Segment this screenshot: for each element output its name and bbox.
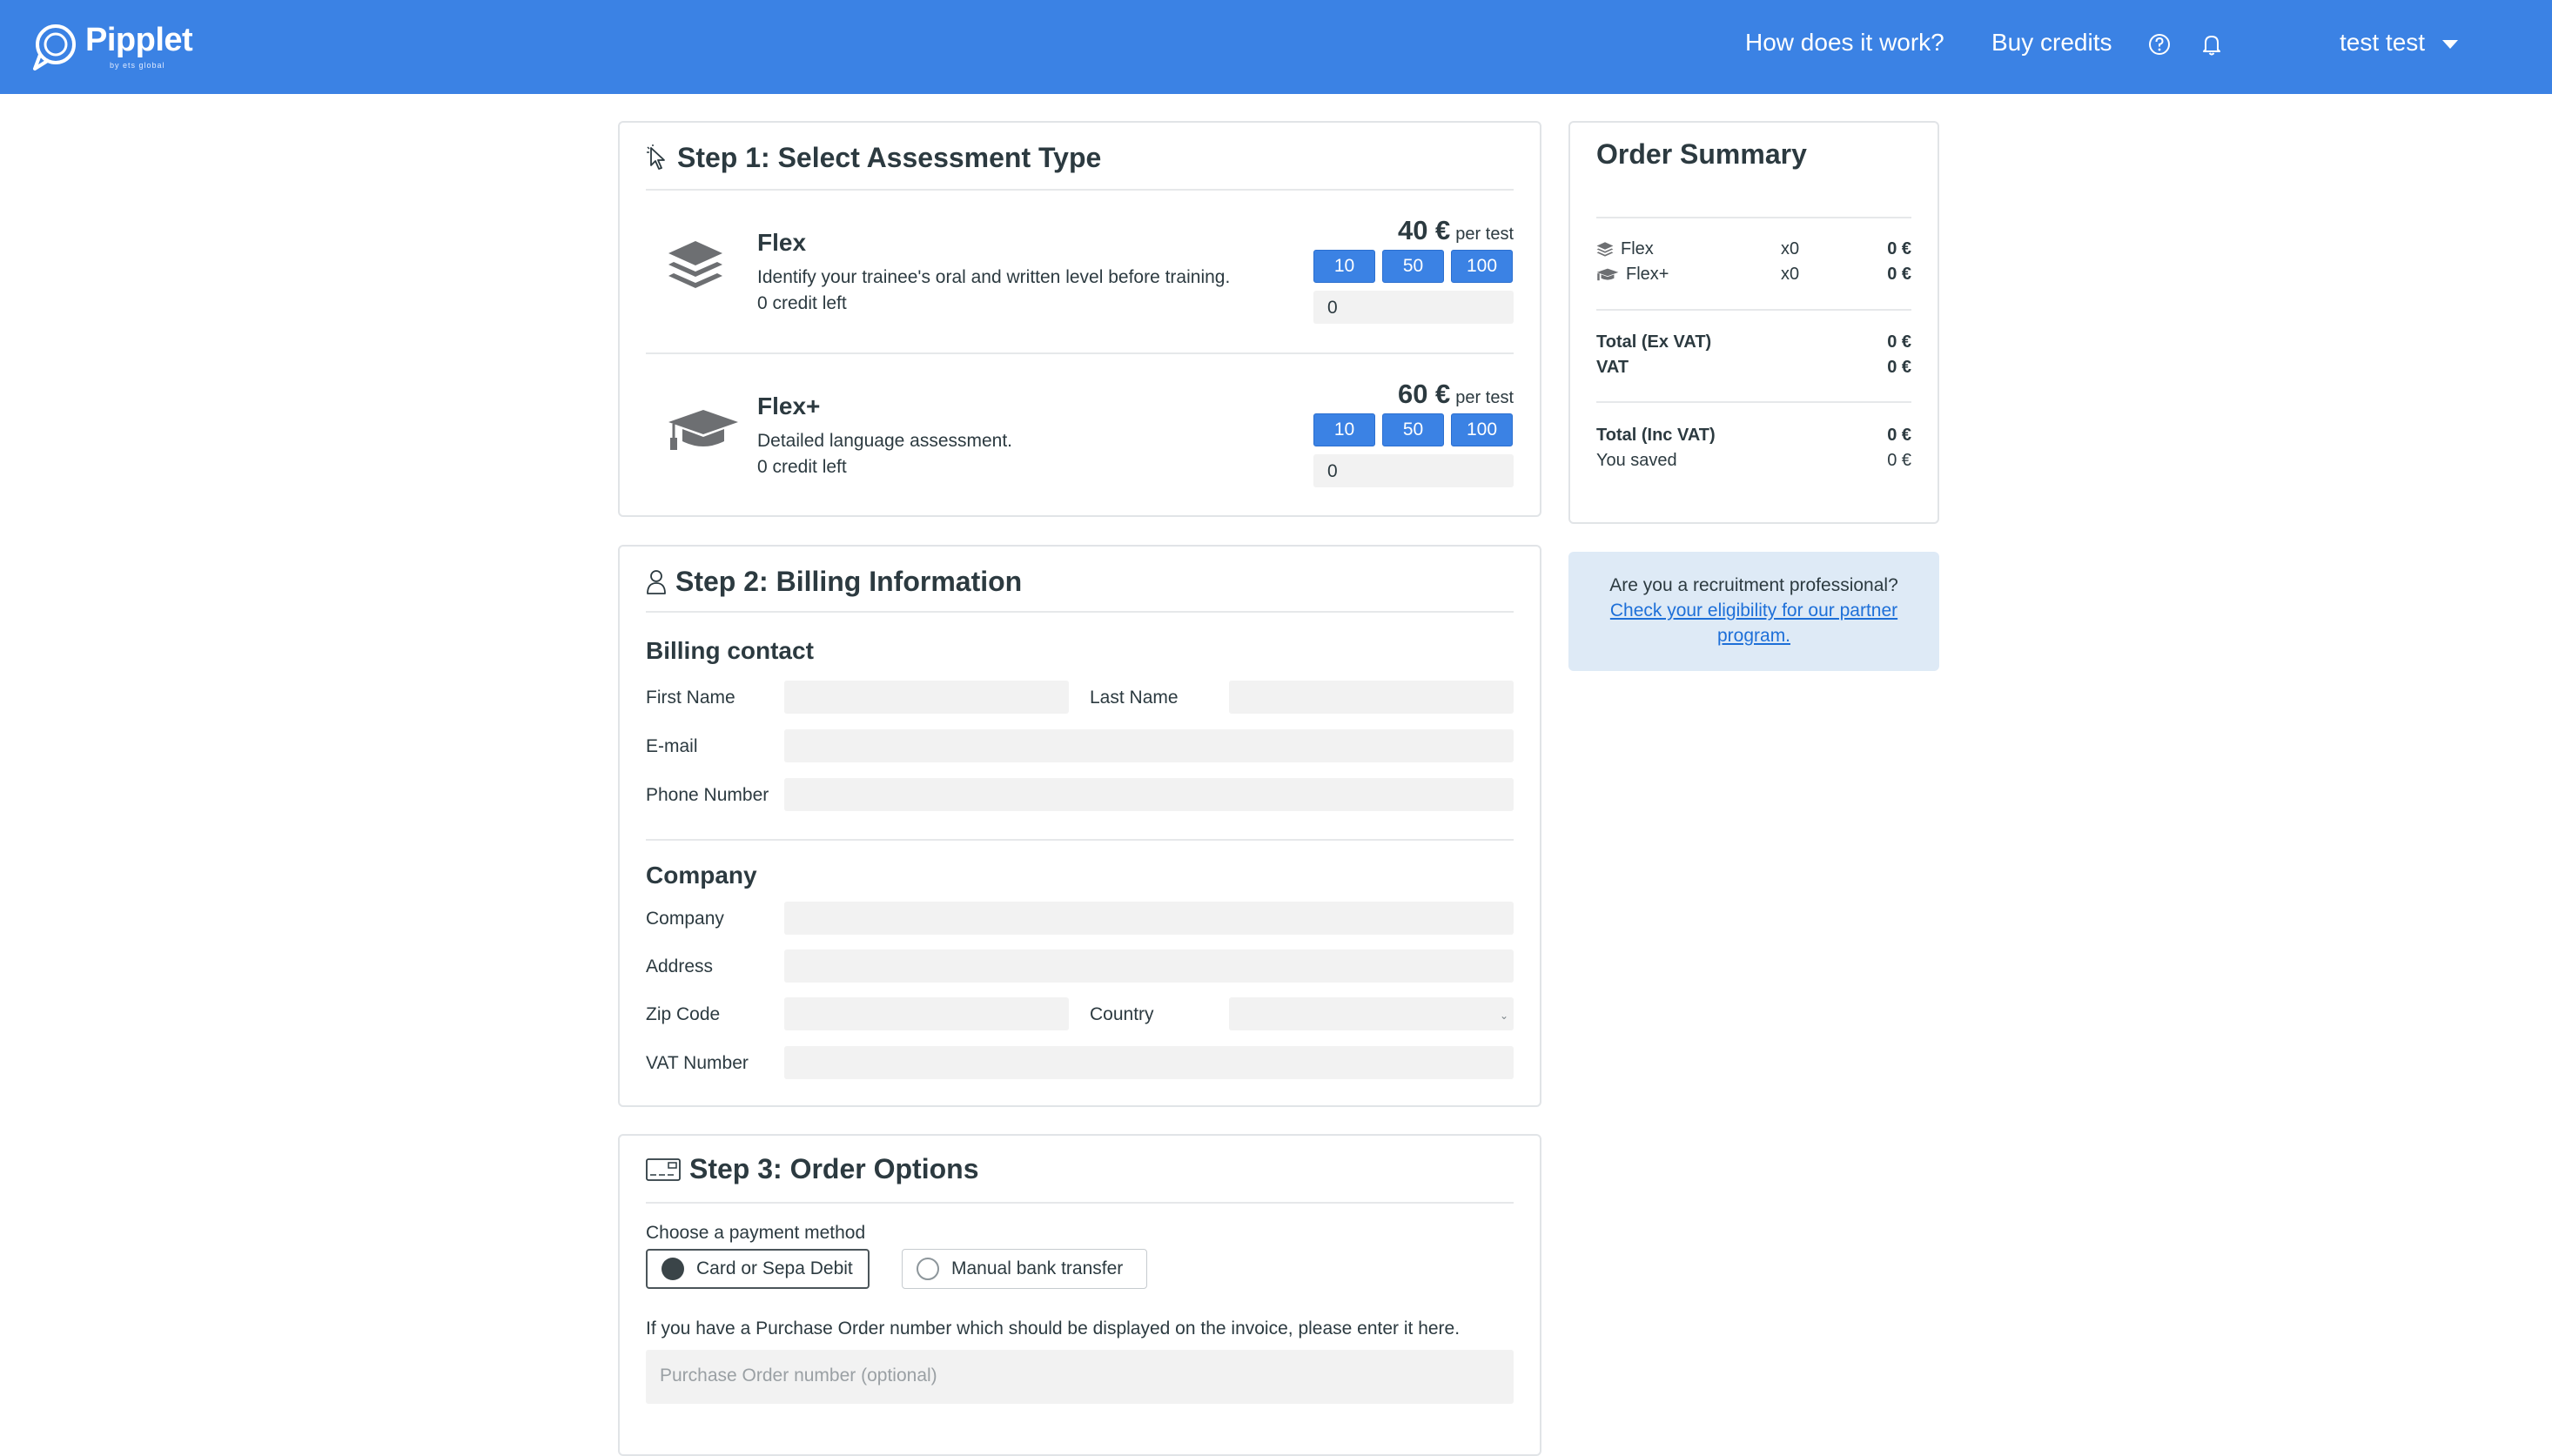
qty-10-button[interactable]: 10 (1313, 250, 1375, 283)
partner-program-box: Are you a recruitment professional? Chec… (1568, 552, 1939, 671)
pointer-cursor-icon (647, 144, 665, 170)
top-navbar: Pipplet by ets global How does it work? … (0, 0, 2552, 94)
email-label: E-mail (646, 736, 698, 756)
step1-title: Step 1: Select Assessment Type (646, 142, 1101, 174)
product-name: Flex+ (757, 393, 821, 419)
divider (1596, 309, 1911, 311)
quick-qty-group: 10 50 100 (1313, 413, 1513, 446)
email-field[interactable] (784, 729, 1514, 762)
price-amount: 60 € (1397, 379, 1451, 409)
company-heading: Company (646, 862, 757, 889)
product-description: Detailed language assessment. (757, 431, 1013, 451)
summary-amount: 0 € (1887, 239, 1911, 258)
first-name-label: First Name (646, 688, 735, 708)
qty-50-button[interactable]: 50 (1382, 413, 1444, 446)
divider (646, 1202, 1514, 1204)
step2-title: Step 2: Billing Information (646, 566, 1022, 598)
order-summary-panel: Order Summary Flex x0 0 € Flex+ x0 0 € T… (1568, 121, 1939, 524)
graduation-cap-icon (1596, 268, 1619, 280)
product-price: 40 € per test (1398, 215, 1514, 246)
address-field[interactable] (784, 949, 1514, 983)
divider (646, 189, 1514, 191)
nav-buy-credits[interactable]: Buy credits (1991, 29, 2112, 57)
product-credits: 0 credit left (757, 457, 847, 477)
radio-selected-icon (662, 1258, 684, 1280)
chevron-down-icon: ⌄ (1499, 1010, 1508, 1022)
logo-text: Pipplet (85, 21, 193, 58)
graduation-cap-icon (668, 410, 738, 450)
step2-panel: Step 2: Billing Information Billing cont… (618, 545, 1541, 1107)
company-label: Company (646, 909, 724, 929)
qty-50-button[interactable]: 50 (1382, 250, 1444, 283)
quantity-input[interactable]: 0 (1313, 291, 1514, 324)
payment-card-option[interactable]: Card or Sepa Debit (646, 1249, 870, 1289)
company-field[interactable] (784, 902, 1514, 935)
country-select[interactable]: ⌄ (1229, 997, 1514, 1030)
payment-bank-transfer-option[interactable]: Manual bank transfer (902, 1249, 1147, 1289)
summary-qty: x0 (1781, 265, 1800, 284)
layers-icon (668, 241, 722, 288)
nav-how-it-works[interactable]: How does it work? (1745, 29, 1944, 57)
divider (1596, 401, 1911, 403)
last-name-label: Last Name (1090, 688, 1179, 708)
logo-subtext: by ets global (110, 61, 165, 70)
summary-vat: VAT 0 € (1596, 358, 1911, 377)
phone-label: Phone Number (646, 785, 769, 805)
quantity-input[interactable]: 0 (1313, 454, 1514, 487)
qty-10-button[interactable]: 10 (1313, 413, 1375, 446)
vat-number-label: VAT Number (646, 1053, 749, 1073)
help-circle-icon[interactable] (2147, 31, 2172, 57)
first-name-field[interactable] (784, 681, 1069, 714)
purchase-order-input[interactable]: Purchase Order number (optional) (646, 1350, 1514, 1404)
last-name-field[interactable] (1229, 681, 1514, 714)
credit-card-icon (646, 1157, 681, 1181)
user-menu[interactable]: test test (2340, 29, 2459, 57)
billing-contact-heading: Billing contact (646, 637, 814, 664)
zip-field[interactable] (784, 997, 1069, 1030)
partner-eligibility-link[interactable]: Check your eligibility for our partner p… (1610, 601, 1897, 646)
bell-icon[interactable] (2199, 31, 2224, 57)
partner-question: Are you a recruitment professional? (1609, 575, 1898, 595)
user-icon (647, 569, 666, 594)
step3-panel: Step 3: Order Options Choose a payment m… (618, 1134, 1541, 1456)
price-amount: 40 € (1397, 215, 1451, 245)
order-summary-title: Order Summary (1596, 138, 1807, 170)
summary-item-flex-plus: Flex+ x0 0 € (1596, 265, 1911, 287)
pipplet-logo[interactable]: Pipplet by ets global (30, 17, 193, 75)
summary-qty: x0 (1781, 239, 1800, 258)
po-hint-text: If you have a Purchase Order number whic… (646, 1318, 1461, 1339)
layers-icon (1596, 241, 1614, 257)
summary-total-ex-vat: Total (Ex VAT) 0 € (1596, 332, 1911, 352)
chat-bubble-icon (33, 24, 76, 70)
phone-field[interactable] (784, 778, 1514, 811)
product-price: 60 € per test (1398, 379, 1514, 410)
summary-amount: 0 € (1887, 265, 1911, 284)
address-label: Address (646, 956, 714, 976)
divider (646, 352, 1514, 354)
divider (646, 611, 1514, 613)
zip-label: Zip Code (646, 1004, 721, 1024)
product-description: Identify your trainee's oral and written… (757, 267, 1231, 287)
step1-panel: Step 1: Select Assessment Type Flex Iden… (618, 121, 1541, 517)
qty-100-button[interactable]: 100 (1451, 250, 1513, 283)
radio-unselected-icon (917, 1258, 939, 1280)
quick-qty-group: 10 50 100 (1313, 250, 1513, 283)
qty-100-button[interactable]: 100 (1451, 413, 1513, 446)
price-unit: per test (1455, 225, 1514, 244)
summary-item-flex: Flex x0 0 € (1596, 239, 1911, 262)
vat-number-field[interactable] (784, 1046, 1514, 1079)
product-name: Flex (757, 229, 807, 256)
product-credits: 0 credit left (757, 293, 847, 313)
price-unit: per test (1455, 388, 1514, 407)
country-label: Country (1090, 1004, 1154, 1024)
user-name: test test (2340, 29, 2426, 56)
summary-total-inc-vat: Total (Inc VAT) 0 € (1596, 426, 1911, 445)
summary-you-saved: You saved 0 € (1596, 451, 1911, 470)
divider (646, 839, 1514, 841)
divider (1596, 217, 1911, 218)
step3-title: Step 3: Order Options (646, 1153, 978, 1185)
payment-method-label: Choose a payment method (646, 1223, 866, 1243)
chevron-down-icon (2442, 39, 2459, 49)
